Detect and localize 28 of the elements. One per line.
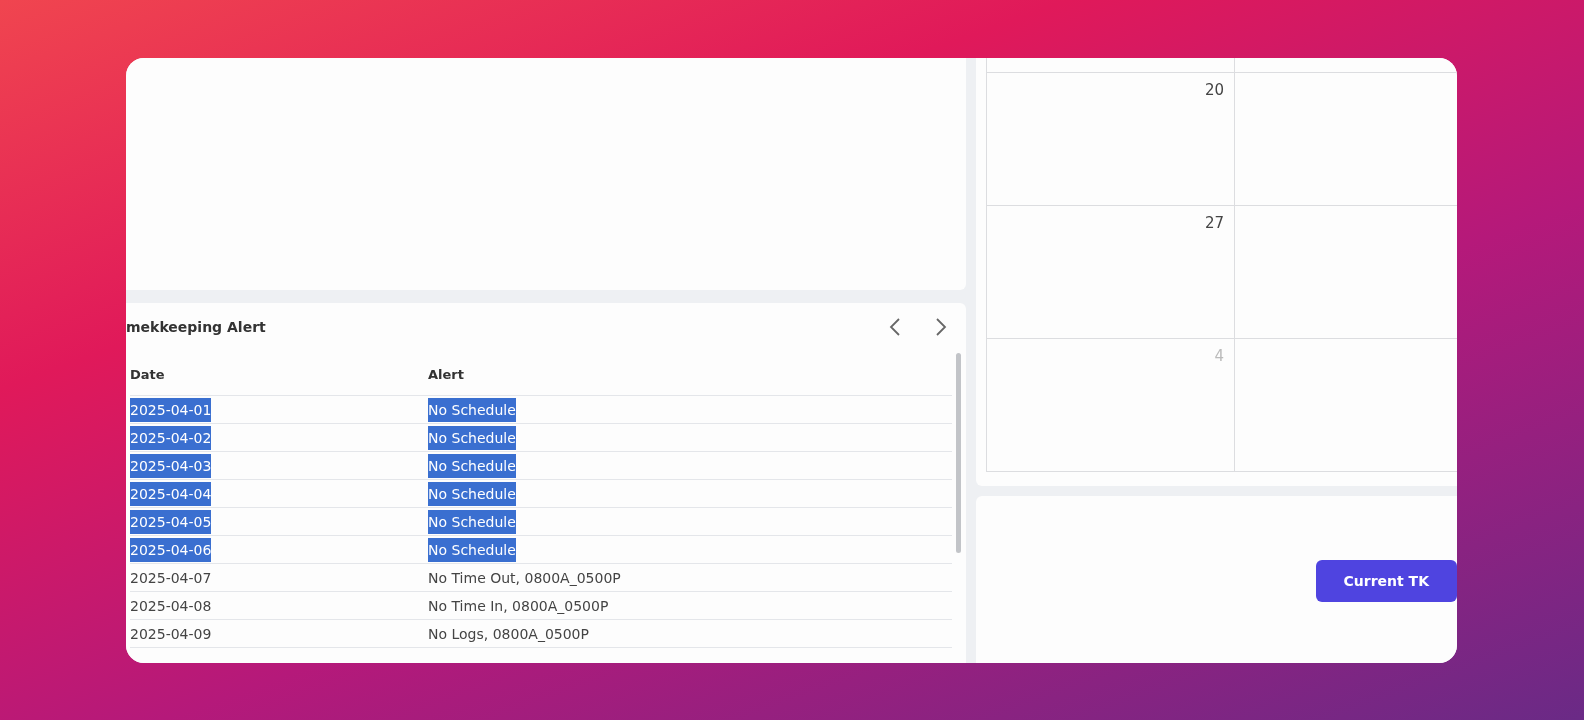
current-tk-button[interactable]: Current TK — [1315, 560, 1457, 602]
column-header: Date — [130, 366, 166, 382]
table-cell-text: No Time Out, 0800A_0500P — [428, 568, 621, 588]
table-cell: 2025-04-01 — [130, 397, 212, 422]
panel-title: mekkeeping Alert — [126, 319, 266, 335]
table-cell: No Schedule — [428, 537, 516, 562]
table-cell: No Schedule — [428, 425, 516, 450]
scrollbar-thumb[interactable] — [956, 353, 961, 553]
table-cell: 2025-04-04 — [130, 481, 212, 506]
table-cell: 2025-04-02 — [130, 425, 212, 450]
table-cell: No Schedule — [428, 397, 516, 422]
chevron-right-icon — [934, 317, 948, 337]
day-number: 27 — [1204, 214, 1224, 232]
table-cell: No Schedule — [428, 481, 516, 506]
table-cell: 2025-04-03 — [130, 453, 212, 478]
table-cell: 2025-04-05 — [130, 509, 212, 534]
table-cell-text: No Time In, 0800A_0500P — [428, 596, 609, 616]
table-cell: No Schedule — [428, 509, 516, 534]
table-cell-text: 2025-04-09 — [130, 624, 212, 644]
table-cell-text: No Logs, 0800A_0500P — [428, 624, 589, 644]
table-cell: 2025-04-06 — [130, 537, 212, 562]
column-header: Alert — [428, 366, 465, 382]
day-number: 4 — [1214, 347, 1224, 365]
table-cell-text: 2025-04-07 — [130, 568, 212, 588]
day-number: 20 — [1204, 81, 1224, 99]
chevron-left-icon — [888, 317, 902, 337]
table-cell: No Schedule — [428, 453, 516, 478]
table-cell-text: 2025-04-08 — [130, 596, 212, 616]
